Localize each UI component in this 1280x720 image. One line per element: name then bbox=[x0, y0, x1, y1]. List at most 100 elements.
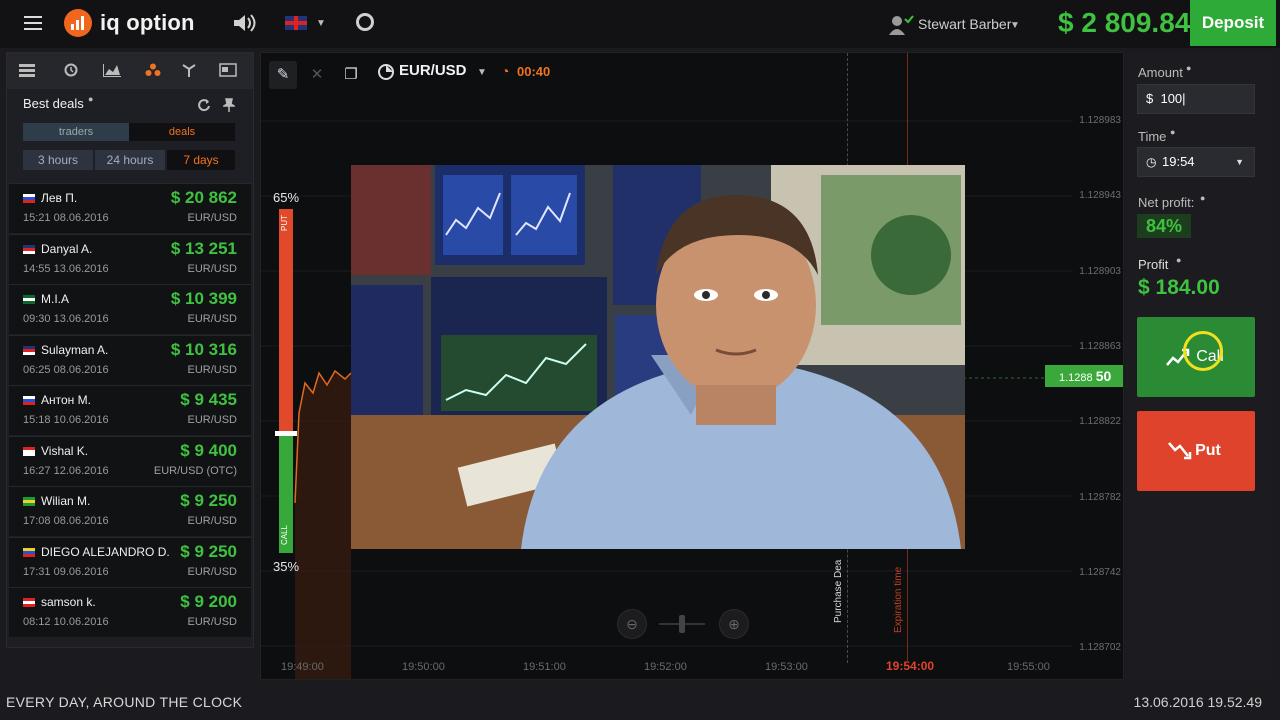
deal-pair: EUR/USD bbox=[187, 616, 237, 628]
refresh-icon[interactable] bbox=[197, 98, 211, 112]
panel-toolbar bbox=[7, 53, 253, 89]
info-icon[interactable]: ● bbox=[1186, 63, 1191, 73]
period-7-days[interactable]: 7 days bbox=[167, 150, 235, 170]
signal-icon[interactable] bbox=[181, 63, 197, 77]
time-label: Time bbox=[1138, 129, 1167, 144]
time-tick-label: 19:49:00 bbox=[281, 661, 324, 673]
chevron-down-icon[interactable]: ▼ bbox=[316, 18, 326, 29]
put-arrow-icon bbox=[1168, 442, 1192, 460]
price-chart[interactable]: ✎ ✕ ❐ EUR/USD ▼ ◔ 00:40 1.128983 1.128943… bbox=[260, 52, 1124, 680]
chart-icon[interactable] bbox=[103, 63, 121, 77]
clock-icon: ◷ bbox=[1146, 155, 1157, 169]
amount-label: Amount bbox=[1138, 65, 1183, 80]
deal-time: 09:30 13.06.2016 bbox=[23, 313, 109, 325]
put-sentiment-label: PUT bbox=[280, 215, 289, 231]
zoom-in-button[interactable]: ⊕ bbox=[719, 609, 749, 639]
logo-icon bbox=[64, 9, 92, 37]
country-flag-icon bbox=[23, 194, 35, 203]
list-icon[interactable] bbox=[19, 63, 35, 77]
deal-row[interactable]: Danyal A. 14:55 13.06.2016 $ 13 251 EUR/USD bbox=[9, 233, 251, 284]
zoom-out-button[interactable]: ⊖ bbox=[617, 609, 647, 639]
period-24-hours[interactable]: 24 hours bbox=[95, 150, 165, 170]
tab-traders[interactable]: traders bbox=[23, 123, 129, 141]
deal-amount: $ 9 435 bbox=[180, 390, 237, 409]
news-icon[interactable] bbox=[219, 63, 237, 77]
profit-value: $ 184.00 bbox=[1138, 276, 1220, 299]
info-icon[interactable]: ● bbox=[88, 94, 93, 104]
user-name[interactable]: Stewart Barber bbox=[918, 16, 1011, 32]
call-button[interactable]: Call bbox=[1137, 317, 1255, 397]
time-select[interactable]: ◷ 19:54 ▼ bbox=[1137, 147, 1255, 177]
price-suffix: 50 bbox=[1095, 368, 1112, 384]
deal-row[interactable]: Vishal K. 16:27 12.06.2016 $ 9 400 EUR/USD … bbox=[9, 435, 251, 486]
deal-row[interactable]: M.I.A 09:30 13.06.2016 $ 10 399 EUR/USD bbox=[9, 284, 251, 334]
price-tick-label: 1.128983 bbox=[1079, 115, 1121, 126]
menu-icon[interactable] bbox=[24, 16, 42, 30]
footer-tagline: EVERY DAY, AROUND THE CLOCK bbox=[6, 694, 243, 710]
chevron-down-icon[interactable]: ▼ bbox=[1010, 20, 1020, 31]
deal-row[interactable]: DIEGO ALEJANDRO D. 17:31 09.06.2016 $ 9 25… bbox=[9, 536, 251, 587]
deal-pair: EUR/USD bbox=[187, 515, 237, 527]
history-icon[interactable] bbox=[63, 63, 79, 77]
price-tick-label: 1.128903 bbox=[1079, 265, 1121, 277]
zoom-slider-handle[interactable] bbox=[679, 615, 685, 633]
deal-time: 16:27 12.06.2016 bbox=[23, 464, 109, 477]
info-icon[interactable]: ● bbox=[1200, 193, 1205, 203]
deal-row[interactable]: Антон М. 15:18 10.06.2016 $ 9 435 EUR/USD bbox=[9, 385, 251, 435]
tab-deals[interactable]: deals bbox=[129, 123, 235, 141]
footer-datetime: 13.06.2016 19.52.49 bbox=[1133, 694, 1262, 710]
deal-amount: $ 9 200 bbox=[180, 592, 237, 611]
call-sentiment-label: CALL bbox=[280, 525, 289, 546]
deal-pair: EUR/USD bbox=[187, 565, 237, 578]
chevron-down-icon: ▼ bbox=[1235, 157, 1244, 167]
trader-name: Danyal A. bbox=[41, 241, 93, 256]
time-tick-label: 19:53:00 bbox=[765, 661, 808, 673]
deal-amount: $ 9 400 bbox=[180, 440, 237, 460]
sentiment-bar: PUT CALL bbox=[275, 209, 297, 553]
draw-tool-button[interactable]: ✎ bbox=[269, 61, 297, 89]
sentiment-divider bbox=[275, 431, 297, 436]
settings-icon[interactable] bbox=[356, 13, 374, 31]
deal-time: 17:31 09.06.2016 bbox=[23, 565, 109, 578]
country-flag-icon bbox=[23, 446, 35, 456]
best-deals-panel: Best deals ● traders deals 3 hours 24 ho… bbox=[6, 52, 254, 648]
deal-time: 14:55 13.06.2016 bbox=[23, 262, 109, 275]
deal-time: 17:08 08.06.2016 bbox=[23, 515, 109, 527]
deal-amount: $ 10 399 bbox=[170, 289, 237, 308]
sound-icon[interactable] bbox=[232, 12, 258, 34]
deal-row[interactable]: Лев П. 15:21 08.06.2016 $ 20 862 EUR/USD bbox=[9, 183, 251, 233]
pin-icon[interactable] bbox=[223, 98, 235, 112]
country-flag-icon bbox=[23, 295, 35, 304]
trader-name: Wilian M. bbox=[41, 494, 91, 508]
deal-row[interactable]: Wilian M. 17:08 08.06.2016 $ 9 250 EUR/USD bbox=[9, 486, 251, 536]
deal-pair: EUR/USD bbox=[187, 262, 237, 275]
deal-amount: $ 9 250 bbox=[180, 541, 237, 561]
deal-time: 15:18 10.06.2016 bbox=[23, 414, 109, 426]
amount-input[interactable]: $ 100| bbox=[1137, 84, 1255, 114]
countdown-timer: 00:40 bbox=[517, 64, 551, 79]
chevron-down-icon[interactable]: ▼ bbox=[477, 67, 487, 78]
overlay-photo bbox=[351, 165, 965, 549]
deposit-button[interactable]: Deposit bbox=[1190, 0, 1276, 46]
put-button[interactable]: Put bbox=[1137, 411, 1255, 491]
deal-pair: EUR/USD bbox=[187, 313, 237, 325]
user-icon[interactable] bbox=[888, 14, 914, 36]
asset-icon[interactable] bbox=[377, 63, 395, 81]
close-tool-button[interactable]: ✕ bbox=[303, 61, 331, 89]
time-tick-label: 19:54:00 bbox=[886, 659, 935, 673]
put-label: Put bbox=[1195, 442, 1221, 459]
language-flag-icon[interactable] bbox=[285, 16, 307, 30]
period-3-hours[interactable]: 3 hours bbox=[23, 150, 93, 170]
amount-value: 100 bbox=[1160, 91, 1183, 106]
price-prefix: 1.1288 bbox=[1059, 372, 1093, 384]
info-icon[interactable]: ● bbox=[1176, 255, 1181, 265]
asset-selector[interactable]: EUR/USD bbox=[399, 62, 467, 79]
best-deals-icon[interactable] bbox=[145, 63, 161, 77]
deal-amount: $ 10 316 bbox=[170, 339, 237, 359]
country-flag-icon bbox=[23, 547, 35, 557]
deal-row[interactable]: Sulayman A. 06:25 08.06.2016 $ 10 316 EUR/U… bbox=[9, 334, 251, 385]
trader-name: M.I.A bbox=[41, 292, 70, 306]
deal-row[interactable]: samson k. 08:12 10.06.2016 $ 9 200 EUR/USD bbox=[9, 587, 251, 637]
info-icon[interactable]: ● bbox=[1170, 127, 1175, 137]
multi-chart-button[interactable]: ❐ bbox=[337, 61, 365, 89]
